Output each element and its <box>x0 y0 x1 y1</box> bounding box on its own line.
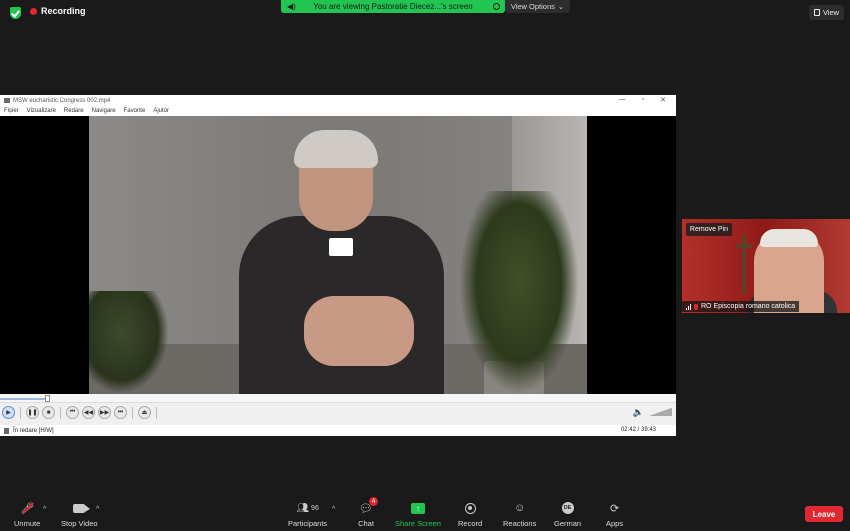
unmute-button[interactable]: 🎤︎ Unmute <box>14 501 40 528</box>
view-options-label: View Options <box>510 2 555 11</box>
play-icon[interactable]: ▶ <box>2 406 15 419</box>
previous-icon[interactable]: ⏮ <box>66 406 79 419</box>
participants-chevron-icon[interactable]: ^ <box>332 506 335 513</box>
video-scene-image <box>89 116 587 394</box>
participant-name: RO Episcopia romano catolica <box>701 303 796 310</box>
crucifix-image <box>742 234 746 294</box>
shared-media-player-window: MSW eucharistic Congress 002.mp4 — ▫ ✕ F… <box>0 95 676 436</box>
chat-button[interactable]: 💬︎ 4 Chat <box>358 497 378 528</box>
rewind-icon[interactable]: ◀◀ <box>82 406 95 419</box>
viewing-screen-banner: ◀) You are viewing Pastoratie Diecez...'… <box>281 0 505 13</box>
share-screen-icon: ↑ <box>410 502 425 514</box>
menu-item-favorites[interactable]: Favorite <box>124 108 146 114</box>
video-frame[interactable] <box>0 116 676 394</box>
player-app-icon <box>4 98 10 103</box>
top-bar: Recording ◀) You are viewing Pastoratie … <box>0 0 850 26</box>
reactions-icon: ☺︎ <box>514 502 526 514</box>
recording-dot-icon <box>30 7 37 15</box>
recording-label: Recording <box>41 6 86 16</box>
meeting-toolbar: 🎤︎ Unmute ^ Stop Video ^ 👥︎ 96 Participa… <box>0 497 850 531</box>
chevron-down-icon: ⌄ <box>557 2 565 11</box>
participants-icon: 👥︎ <box>296 502 310 514</box>
playback-buttons: ▶ ❚❚ ■ ⏮ ◀◀ ▶▶ ⏭ ⏏ <box>2 406 159 419</box>
player-title-bar: MSW eucharistic Congress 002.mp4 — ▫ ✕ <box>0 95 676 106</box>
volume-slider[interactable] <box>648 408 672 416</box>
speaker-hair <box>294 130 378 168</box>
camera-icon <box>73 503 91 513</box>
record-button[interactable]: Record <box>458 501 482 528</box>
signal-strength-icon <box>686 303 691 310</box>
share-screen-button[interactable]: ↑ Share Screen <box>395 501 441 528</box>
participants-label: Participants <box>288 519 328 528</box>
menu-item-navigate[interactable]: Navigare <box>92 108 116 114</box>
participants-button[interactable]: 👥︎ 96 Participants <box>288 501 328 529</box>
seek-bar[interactable] <box>0 394 676 403</box>
view-button[interactable]: View <box>809 5 844 20</box>
apps-label: Apps <box>606 519 624 528</box>
menu-item-help[interactable]: Ajutor <box>153 108 169 114</box>
playback-time: 02:42 / 39:43 <box>620 427 656 433</box>
chat-unread-badge: 4 <box>369 497 378 506</box>
muted-mic-icon <box>694 303 698 310</box>
view-button-label: View <box>822 8 840 17</box>
window-controls: — ▫ ✕ <box>619 96 666 104</box>
language-globe-icon: DE <box>561 502 574 514</box>
mic-muted-icon: 🎤︎ <box>19 501 35 515</box>
speaker-icon: ◀) <box>287 2 296 11</box>
plant-left <box>89 291 169 394</box>
seek-progress <box>0 398 48 400</box>
apps-button[interactable]: ⟳ Apps <box>606 501 624 529</box>
clerical-collar <box>329 238 353 256</box>
minimize-icon[interactable]: — <box>619 96 626 104</box>
status-file-icon <box>4 427 9 434</box>
status-text: În redare [H/W] <box>13 427 54 434</box>
player-menu-bar: Fișier Vizualizare Redare Navigare Favor… <box>0 106 676 116</box>
player-status-bar: În redare [H/W] 02:42 / 39:43 <box>0 425 676 436</box>
next-icon[interactable]: ⏭ <box>114 406 127 419</box>
maximize-icon[interactable]: ▫ <box>642 96 644 104</box>
menu-item-view[interactable]: Vizualizare <box>27 108 56 114</box>
player-controls: ▶ ❚❚ ■ ⏮ ◀◀ ▶▶ ⏭ ⏏ 🔈 <box>0 394 676 425</box>
close-icon[interactable]: ✕ <box>660 96 666 104</box>
reactions-button[interactable]: ☺︎ Reactions <box>503 501 536 528</box>
forward-icon[interactable]: ▶▶ <box>98 406 111 419</box>
status-circle-icon <box>493 3 500 10</box>
stop-video-label: Stop Video <box>61 519 98 528</box>
seek-handle[interactable] <box>45 395 51 402</box>
reactions-label: Reactions <box>503 519 537 528</box>
stop-icon[interactable]: ■ <box>42 406 55 419</box>
audio-options-chevron-icon[interactable]: ^ <box>43 506 46 513</box>
view-layout-icon <box>813 9 820 16</box>
leave-button[interactable]: Leave <box>805 506 843 522</box>
unmute-label: Unmute <box>14 519 41 528</box>
player-title: MSW eucharistic Congress 002.mp4 <box>13 97 111 104</box>
participants-count: 96 <box>311 504 319 512</box>
view-options-button[interactable]: View Options ⌄ <box>505 0 570 13</box>
video-options-chevron-icon[interactable]: ^ <box>96 506 99 513</box>
menu-item-file[interactable]: Fișier <box>4 108 19 114</box>
participant-name-tag: RO Episcopia romano catolica <box>682 301 800 312</box>
viewing-text: You are viewing Pastoratie Diecez...'s s… <box>313 2 473 11</box>
language-button[interactable]: DE German <box>554 501 581 528</box>
plant-right <box>459 191 579 394</box>
volume-icon[interactable]: 🔈 <box>633 407 644 418</box>
apps-icon: ⟳ <box>609 502 620 515</box>
speaker-hands <box>304 296 414 366</box>
language-label: German <box>554 519 582 528</box>
share-screen-label: Share Screen <box>395 519 441 528</box>
open-file-icon[interactable]: ⏏ <box>138 406 151 419</box>
record-label: Record <box>458 519 483 528</box>
record-icon <box>464 502 476 514</box>
security-shield-icon[interactable] <box>10 7 21 19</box>
pause-icon[interactable]: ❚❚ <box>26 406 39 419</box>
menu-item-playback[interactable]: Redare <box>64 108 84 114</box>
chat-label: Chat <box>358 519 374 528</box>
recording-indicator[interactable]: Recording <box>30 6 86 16</box>
stop-video-button[interactable]: Stop Video <box>61 501 98 528</box>
remove-pin-button[interactable]: Remove Pin <box>686 223 732 236</box>
